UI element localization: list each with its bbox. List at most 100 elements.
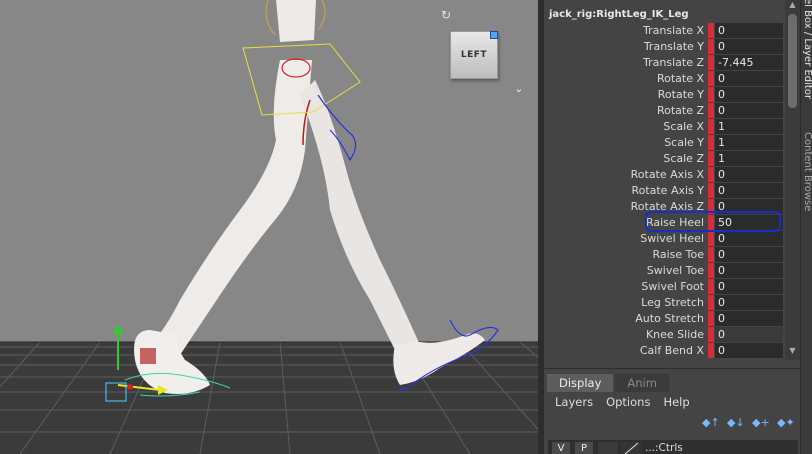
keyframe-indicator — [708, 39, 714, 54]
layer-name[interactable]: ...:Ctrls — [645, 442, 683, 454]
attribute-row[interactable]: Leg Stretch 0 — [544, 294, 786, 310]
attribute-label[interactable]: Knee Slide — [646, 328, 704, 341]
menu-options[interactable]: Options — [606, 395, 650, 409]
attribute-label[interactable]: Scale X — [663, 120, 704, 133]
menu-layers[interactable]: Layers — [555, 395, 593, 409]
keyframe-indicator — [708, 167, 714, 182]
attribute-value[interactable]: 0 — [715, 39, 783, 54]
camera-reset-icon[interactable]: ↻ — [440, 9, 452, 21]
attribute-label[interactable]: Translate Y — [644, 40, 704, 53]
attribute-label[interactable]: Translate Z — [643, 56, 704, 69]
layer-display-type-toggle[interactable] — [598, 442, 618, 454]
keyframe-indicator — [708, 71, 714, 86]
keyframe-indicator — [708, 183, 714, 198]
attribute-value[interactable]: 0 — [715, 103, 783, 118]
attribute-value[interactable]: 0 — [715, 343, 783, 358]
attribute-list: Translate X 0 Translate Y 0 Translate Z -7.… — [544, 22, 786, 358]
attribute-value[interactable]: 0 — [715, 167, 783, 182]
attribute-row[interactable]: Raise Toe 0 — [544, 246, 786, 262]
menu-help[interactable]: Help — [663, 395, 689, 409]
layer-editor: Display Anim Layers Options Help ◆↑ ◆↓ ◆… — [544, 368, 800, 454]
attribute-label[interactable]: Calf Bend X — [640, 344, 704, 357]
attribute-row[interactable]: Rotate Y 0 — [544, 86, 786, 102]
keyframe-indicator — [708, 135, 714, 150]
attribute-row[interactable]: Auto Stretch 0 — [544, 310, 786, 326]
channel-box-scrollbar[interactable]: ▲ ▼ — [785, 0, 800, 360]
attribute-row[interactable]: Scale Y 1 — [544, 134, 786, 150]
layer-visibility-toggle[interactable]: V — [552, 442, 570, 454]
attribute-row[interactable]: Rotate X 0 — [544, 70, 786, 86]
attribute-label[interactable]: Raise Toe — [652, 248, 704, 261]
scroll-up-icon[interactable]: ▲ — [787, 0, 798, 10]
tab-channel-box-layer-editor[interactable]: el Box / Layer Editor — [801, 0, 812, 116]
keyframe-indicator — [708, 263, 714, 278]
attribute-row[interactable]: Translate Y 0 — [544, 38, 786, 54]
attribute-row[interactable]: Scale Z 1 — [544, 150, 786, 166]
raise-heel-annotation-highlight — [645, 211, 781, 232]
attribute-value[interactable]: 1 — [715, 119, 783, 134]
attribute-row[interactable]: Rotate Axis Y 0 — [544, 182, 786, 198]
layer-playback-toggle[interactable]: P — [575, 442, 593, 454]
viewcube-home-corner[interactable] — [490, 31, 498, 39]
attribute-row[interactable]: Knee Slide 0 — [544, 326, 786, 342]
layer-color-swatch[interactable] — [621, 442, 641, 454]
attribute-value[interactable]: 0 — [715, 311, 783, 326]
tab-anim[interactable]: Anim — [615, 374, 669, 392]
attribute-value[interactable]: 0 — [715, 327, 783, 342]
keyframe-indicator — [708, 343, 714, 358]
tab-display[interactable]: Display — [547, 374, 614, 392]
attribute-label[interactable]: Translate X — [643, 24, 704, 37]
attribute-value[interactable]: 0 — [715, 263, 783, 278]
attribute-value[interactable]: 0 — [715, 247, 783, 262]
viewcube[interactable]: LEFT — [450, 31, 498, 79]
attribute-value[interactable]: 0 — [715, 23, 783, 38]
attribute-label[interactable]: Scale Z — [663, 152, 704, 165]
attribute-value[interactable]: 0 — [715, 183, 783, 198]
attribute-value[interactable]: -7.445 — [715, 55, 783, 70]
attribute-label[interactable]: Rotate Y — [658, 88, 704, 101]
attribute-label[interactable]: Swivel Toe — [647, 264, 704, 277]
attribute-row[interactable]: Translate Z -7.445 — [544, 54, 786, 70]
move-layer-down-icon[interactable]: ◆↓ — [727, 416, 745, 430]
attribute-row[interactable]: Scale X 1 — [544, 118, 786, 134]
attribute-label[interactable]: Rotate X — [657, 72, 704, 85]
attribute-row[interactable]: Rotate Z 0 — [544, 102, 786, 118]
attribute-label[interactable]: Scale Y — [664, 136, 704, 149]
move-layer-up-icon[interactable]: ◆↑ — [702, 416, 720, 430]
attribute-value[interactable]: 1 — [715, 151, 783, 166]
attribute-value[interactable]: 0 — [715, 279, 783, 294]
attribute-label[interactable]: Rotate Axis X — [631, 168, 704, 181]
new-layer-selected-icon[interactable]: ◆+ — [752, 416, 770, 430]
scroll-down-icon[interactable]: ▼ — [787, 346, 798, 356]
side-tab-strip: el Box / Layer Editor Content Browser — [800, 0, 812, 454]
attribute-label[interactable]: Rotate Axis Y — [631, 184, 704, 197]
attribute-value[interactable]: 0 — [715, 231, 783, 246]
attribute-label[interactable]: Swivel Foot — [641, 280, 704, 293]
chevron-down-icon[interactable]: ⌄ — [512, 82, 526, 95]
attribute-row[interactable]: Calf Bend X 0 — [544, 342, 786, 358]
3d-viewport[interactable]: ↻ LEFT ⌄ — [0, 0, 538, 454]
attribute-value[interactable]: 1 — [715, 135, 783, 150]
keyframe-indicator — [708, 327, 714, 342]
attribute-label[interactable]: Rotate Z — [657, 104, 704, 117]
attribute-label[interactable]: Swivel Heel — [640, 232, 704, 245]
attribute-row[interactable]: Swivel Heel 0 — [544, 230, 786, 246]
keyframe-indicator — [708, 23, 714, 38]
tab-content-browser[interactable]: Content Browser — [801, 132, 812, 212]
attribute-label[interactable]: Leg Stretch — [641, 296, 704, 309]
attribute-value[interactable]: 0 — [715, 71, 783, 86]
attribute-row[interactable]: Translate X 0 — [544, 22, 786, 38]
layer-editor-menu: Layers Options Help — [555, 395, 690, 409]
attribute-row[interactable]: Rotate Axis X 0 — [544, 166, 786, 182]
scrollbar-thumb[interactable] — [788, 14, 797, 108]
attribute-row[interactable]: Swivel Toe 0 — [544, 262, 786, 278]
attribute-value[interactable]: 0 — [715, 295, 783, 310]
node-name[interactable]: jack_rig:RightLeg_IK_Leg — [549, 9, 689, 20]
attribute-value[interactable]: 0 — [715, 87, 783, 102]
layer-row[interactable]: V P ...:Ctrls — [548, 440, 798, 454]
new-layer-icon[interactable]: ◆✦ — [777, 416, 795, 430]
attribute-label[interactable]: Auto Stretch — [635, 312, 704, 325]
attribute-row[interactable]: Swivel Foot 0 — [544, 278, 786, 294]
channel-box: jack_rig:RightLeg_IK_Leg Translate X 0 Tr… — [544, 0, 800, 364]
keyframe-indicator — [708, 151, 714, 166]
